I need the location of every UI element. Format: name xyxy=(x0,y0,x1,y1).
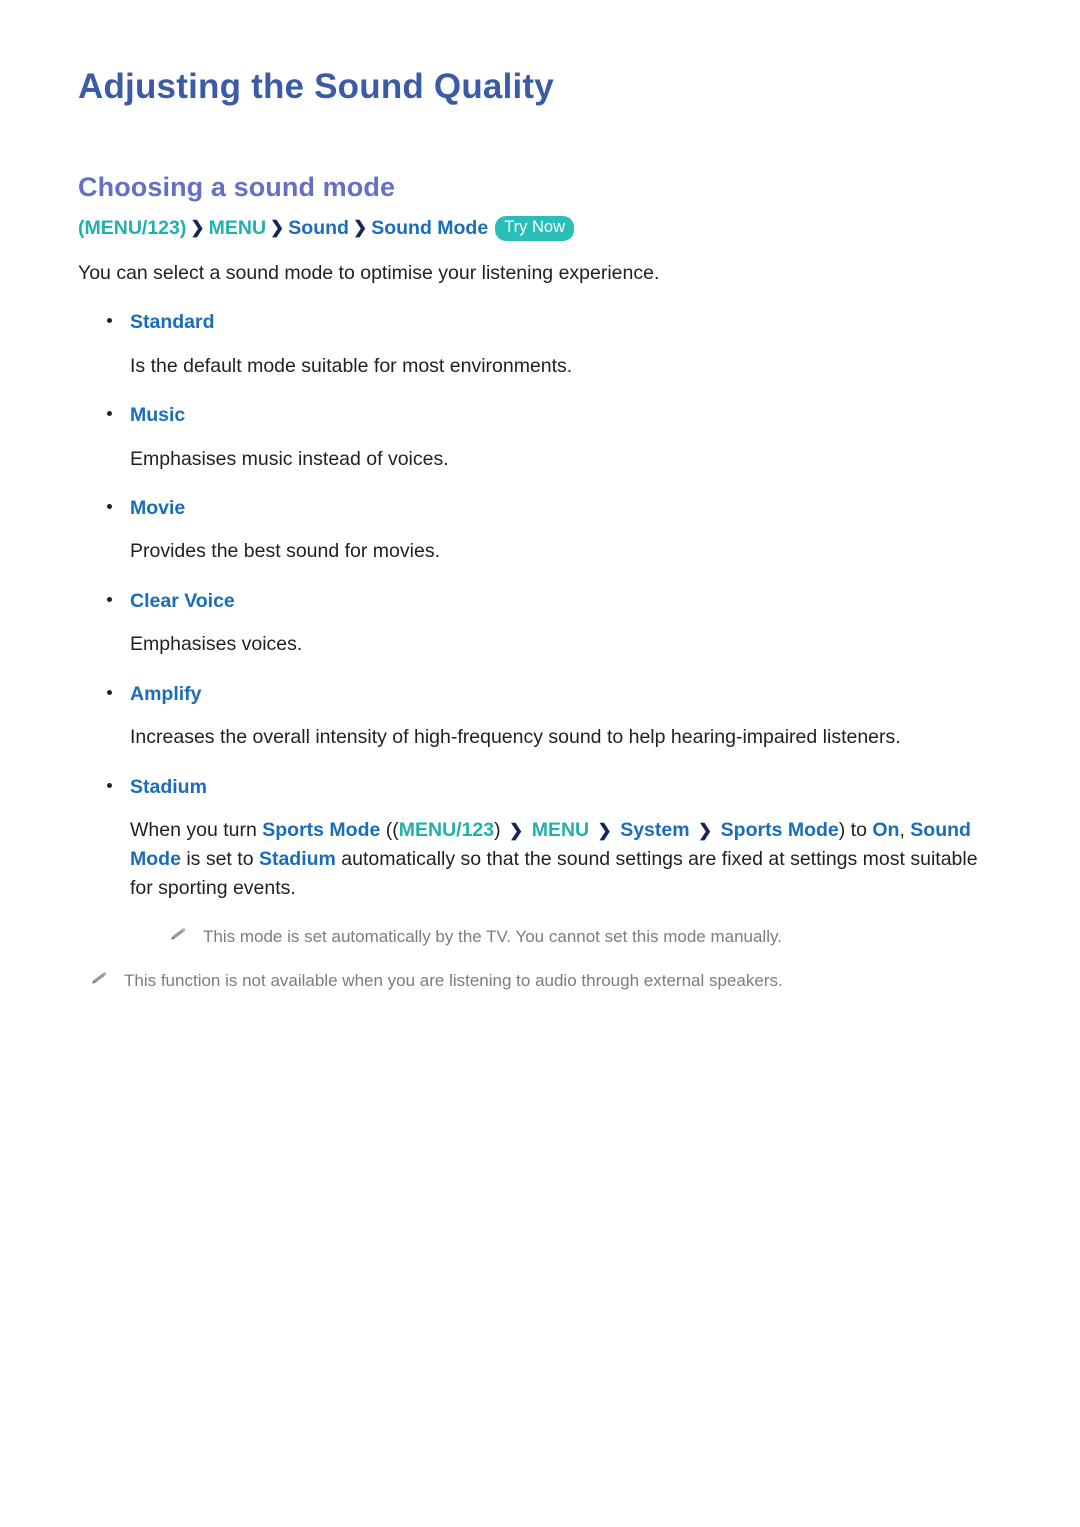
mode-description-music: Emphasises music instead of voices. xyxy=(130,447,449,470)
bullet-dot-icon xyxy=(107,318,112,324)
chevron-right-icon: ❯ xyxy=(597,821,612,841)
stadium-text-2: (( xyxy=(380,819,399,842)
link-on[interactable]: On xyxy=(872,819,899,841)
breadcrumb-item-sound[interactable]: Sound xyxy=(288,217,349,239)
chevron-right-icon: ❯ xyxy=(352,218,368,238)
list-item: Movie Provides the best sound for movies… xyxy=(78,473,1002,566)
mode-description-clear-voice: Emphasises voices. xyxy=(130,633,303,656)
mode-description-standard: Is the default mode suitable for most en… xyxy=(130,354,573,377)
bullet-dot-icon xyxy=(107,690,112,696)
note-row-2: This function is not available when you … xyxy=(82,950,1002,994)
bullet-dot-icon xyxy=(107,597,112,603)
list-item: Clear Voice Emphasises voices. xyxy=(78,566,1002,659)
mode-label-stadium: Stadium xyxy=(78,752,1002,801)
chevron-right-icon: ❯ xyxy=(509,821,524,841)
list-item: Stadium When you turn Sports Mode ((MENU… xyxy=(78,752,1002,902)
sound-mode-list: Standard Is the default mode suitable fo… xyxy=(78,287,1002,902)
pencil-icon xyxy=(169,927,186,944)
link-sports-mode-2[interactable]: Sports Mode xyxy=(715,819,839,841)
mode-label-clear-voice: Clear Voice xyxy=(78,566,1002,615)
mode-label-text: Clear Voice xyxy=(130,590,235,613)
page-title: Adjusting the Sound Quality xyxy=(78,67,554,106)
mode-label-text: Amplify xyxy=(130,683,202,706)
link-menu123[interactable]: MENU/123 xyxy=(399,819,494,841)
mode-label-movie: Movie xyxy=(78,473,1002,522)
link-stadium[interactable]: Stadium xyxy=(259,848,336,870)
intro-paragraph: You can select a sound mode to optimise … xyxy=(78,262,660,285)
mode-label-music: Music xyxy=(78,380,1002,429)
mode-description-movie: Provides the best sound for movies. xyxy=(130,540,440,563)
stadium-text-1: When you turn xyxy=(130,819,263,842)
mode-label-text: Stadium xyxy=(130,776,207,799)
breadcrumb-item-menu123[interactable]: MENU/123 xyxy=(85,217,180,239)
link-menu[interactable]: MENU xyxy=(526,819,594,841)
mode-label-text: Standard xyxy=(130,311,215,334)
list-item: Amplify Increases the overall intensity … xyxy=(78,659,1002,752)
note-text-2: This function is not available when you … xyxy=(124,970,783,990)
mode-description-amplify: Increases the overall intensity of high-… xyxy=(130,726,901,749)
bullet-dot-icon xyxy=(107,411,112,417)
mode-label-text: Movie xyxy=(130,497,186,520)
stadium-text-6: is set to xyxy=(180,848,259,870)
stadium-text-4: ) to xyxy=(838,819,873,842)
chevron-right-icon: ❯ xyxy=(190,218,205,238)
pencil-icon xyxy=(90,971,107,988)
breadcrumb-item-sound-mode[interactable]: Sound Mode xyxy=(371,217,488,239)
mode-label-standard: Standard xyxy=(78,287,1002,336)
section-heading: Choosing a sound mode xyxy=(78,172,396,202)
note-row-1: This mode is set automatically by the TV… xyxy=(161,902,1002,950)
stadium-text-5: , xyxy=(899,819,911,842)
chevron-right-icon: ❯ xyxy=(270,218,285,238)
note-text-1: This mode is set automatically by the TV… xyxy=(203,927,782,947)
manual-page: Adjusting the Sound Quality Choosing a s… xyxy=(0,0,1080,1527)
link-sports-mode[interactable]: Sports Mode xyxy=(262,819,380,841)
bullet-dot-icon xyxy=(107,504,112,510)
chevron-right-icon: ❯ xyxy=(698,821,713,841)
mode-label-amplify: Amplify xyxy=(78,659,1002,708)
mode-description-stadium: When you turn Sports Mode ((MENU/123) ❯ … xyxy=(78,801,1002,902)
breadcrumb: (MENU/123) ❯ MENU ❯ Sound ❯ Sound Mode Try Now xyxy=(78,203,1002,243)
link-system[interactable]: System xyxy=(615,819,695,841)
bullet-dot-icon xyxy=(107,783,112,789)
note-inner-1: This mode is set automatically by the TV… xyxy=(161,925,1002,950)
try-now-badge[interactable]: Try Now xyxy=(495,216,574,242)
mode-label-text: Music xyxy=(130,404,186,427)
list-item: Standard Is the default mode suitable fo… xyxy=(78,287,1002,380)
breadcrumb-item-menu[interactable]: MENU xyxy=(209,217,266,239)
list-item: Music Emphasises music instead of voices… xyxy=(78,380,1002,473)
stadium-text-3: ) xyxy=(494,819,507,842)
note-inner-2: This function is not available when you … xyxy=(82,969,1002,994)
